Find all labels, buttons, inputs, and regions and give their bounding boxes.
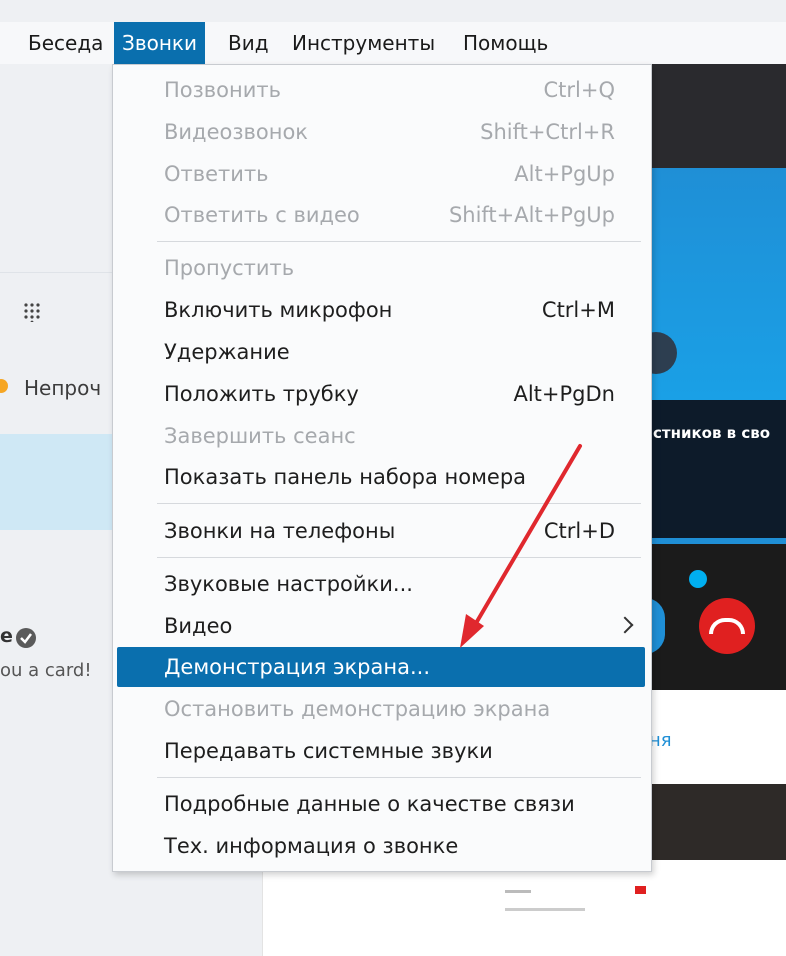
menu-item-label: Подробные данные о качестве связи (164, 792, 575, 816)
menu-conversation[interactable]: Беседа (18, 22, 113, 64)
menu-item-label: Положить трубку (164, 382, 359, 406)
menu-item-screen-share[interactable]: Демонстрация экрана... (117, 647, 645, 687)
menu-item-call-tech-info[interactable]: Тех. информация о звонке (117, 826, 645, 866)
sidebar-divider (0, 272, 112, 273)
menu-item-label: Видеозвонок (164, 120, 308, 144)
menu-item-label: Позвонить (164, 78, 282, 102)
verified-icon (16, 628, 36, 648)
menu-item-show-dialpad[interactable]: Показать панель набора номера (117, 457, 645, 497)
contact-name: e (0, 625, 13, 647)
menu-item-hold[interactable]: Удержание (117, 332, 645, 372)
menu-item-label: Звонки на телефоны (164, 519, 396, 543)
menu-item-shortcut: Alt+PgDn (513, 382, 615, 406)
menu-item-shortcut: Shift+Alt+PgUp (448, 203, 615, 227)
menu-item-label: Завершить сеанс (164, 424, 356, 448)
menu-item-phone-calls[interactable]: Звонки на телефоны Ctrl+D (117, 511, 645, 551)
menu-item-label: Показать панель набора номера (164, 465, 527, 489)
sidebar: Непроч e ou a card! (0, 64, 112, 956)
menu-item-call-quality[interactable]: Подробные данные о качестве связи (117, 784, 645, 824)
menu-item-shortcut: Shift+Ctrl+R (480, 120, 615, 144)
feed-panel: ня (645, 690, 786, 956)
menu-item-label: Ответить с видео (164, 203, 360, 227)
selected-contact-row[interactable] (0, 434, 112, 530)
menu-item-hang-up[interactable]: Положить трубку Alt+PgDn (117, 374, 645, 414)
menu-item-label: Остановить демонстрацию экрана (164, 697, 551, 721)
menu-item-skip[interactable]: Пропустить (117, 248, 645, 288)
menu-calls[interactable]: Звонки (114, 22, 205, 64)
menu-item-label: Ответить (164, 162, 269, 186)
menu-item-label: Звуковые настройки... (164, 572, 413, 596)
unread-label[interactable]: Непроч (24, 376, 101, 400)
menu-item-label: Тех. информация о звонке (164, 834, 459, 858)
caption-bar: стников в сво (645, 400, 786, 538)
skype-icon (689, 570, 707, 588)
content-line (505, 908, 585, 911)
caption-text: стников в сво (653, 424, 771, 442)
menu-separator (157, 241, 641, 242)
menu-help[interactable]: Помощь (453, 22, 558, 64)
video-top-bar (645, 64, 786, 168)
menu-item-stop-screen-share[interactable]: Остановить демонстрацию экрана (117, 689, 645, 729)
menu-separator (157, 503, 641, 504)
call-area: стников в сво ня (635, 64, 786, 956)
menu-bar: Беседа Звонки Вид Инструменты Помощь (0, 22, 786, 65)
menu-item-video[interactable]: Видео (117, 606, 645, 646)
menu-item-label: Демонстрация экрана... (164, 655, 431, 679)
menu-item-enable-mic[interactable]: Включить микрофон Ctrl+M (117, 290, 645, 330)
content-badge (635, 886, 646, 894)
chevron-right-icon (616, 616, 634, 634)
menu-tools[interactable]: Инструменты (282, 22, 445, 64)
menu-item-shortcut: Ctrl+Q (543, 78, 616, 102)
menu-item-call[interactable]: Позвонить Ctrl+Q (117, 70, 645, 110)
menu-item-shortcut: Alt+PgUp (514, 162, 615, 186)
menu-item-label: Видео (164, 614, 233, 638)
menu-view[interactable]: Вид (218, 22, 279, 64)
menu-item-audio-settings[interactable]: Звуковые настройки... (117, 564, 645, 604)
message-preview: ou a card! (0, 660, 92, 681)
content-area (262, 868, 646, 956)
content-line (505, 890, 531, 893)
menu-item-end-session[interactable]: Завершить сеанс (117, 416, 645, 456)
calls-dropdown-menu: Позвонить Ctrl+Q Видеозвонок Shift+Ctrl+… (112, 64, 652, 872)
video-thumbnail[interactable] (651, 784, 786, 860)
menu-item-shortcut: Ctrl+D (543, 519, 615, 543)
menu-separator (157, 777, 641, 778)
menu-item-label: Включить микрофон (164, 298, 393, 322)
menu-item-video-call[interactable]: Видеозвонок Shift+Ctrl+R (117, 112, 645, 152)
shared-screen-preview (645, 538, 786, 696)
menu-item-system-sounds[interactable]: Передавать системные звуки (117, 731, 645, 771)
feed-link[interactable]: ня (649, 730, 672, 751)
menu-item-label: Удержание (164, 340, 290, 364)
menu-item-label: Передавать системные звуки (164, 739, 493, 763)
menu-item-label: Пропустить (164, 256, 295, 280)
menu-item-answer-video[interactable]: Ответить с видео Shift+Alt+PgUp (117, 195, 645, 235)
menu-separator (157, 557, 641, 558)
menu-item-shortcut: Ctrl+M (541, 298, 615, 322)
status-away-icon (0, 379, 8, 393)
dialpad-icon[interactable] (22, 302, 42, 322)
menu-item-answer[interactable]: Ответить Alt+PgUp (117, 154, 645, 194)
